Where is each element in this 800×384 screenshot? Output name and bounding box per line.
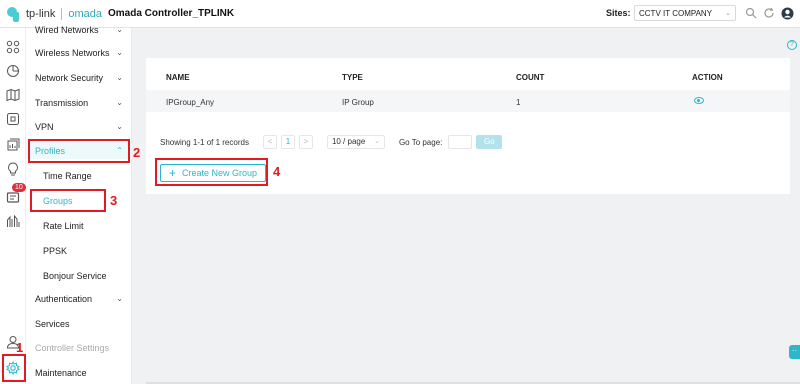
user-avatar-icon[interactable] (781, 7, 794, 20)
annotation-label-2: 2 (133, 145, 141, 160)
sidebar-item-label: Authentication (35, 294, 93, 304)
omada-logo-text: omada (68, 7, 102, 20)
chevron-down-icon: ⌄ (374, 138, 380, 145)
reports-icon[interactable] (6, 214, 20, 228)
sidebar-item-network-security[interactable]: Network Security ⌄ (26, 70, 132, 86)
sidebar-item-services[interactable]: Services (26, 316, 132, 332)
icon-rail: 10 (0, 28, 26, 384)
column-header-count[interactable]: COUNT (516, 73, 544, 82)
sidebar-item-transmission[interactable]: Transmission ⌄ (26, 95, 132, 111)
sidebar-item-label: Rate Limit (43, 221, 84, 231)
view-icon[interactable] (694, 97, 704, 104)
controller-title: Omada Controller_TPLINK (107, 8, 235, 19)
annotation-label-4: 4 (273, 164, 281, 179)
clients-icon[interactable] (6, 138, 20, 152)
annotation-box-2 (28, 139, 130, 163)
goto-page-input[interactable] (448, 135, 473, 149)
annotation-box-3 (30, 189, 106, 212)
column-header-type[interactable]: TYPE (342, 73, 363, 82)
column-header-name[interactable]: NAME (166, 73, 190, 82)
dashboard-icon[interactable] (6, 40, 20, 54)
table-row[interactable]: IPGroup_Any IP Group 1 (146, 90, 790, 112)
sidebar-item-label: Bonjour Service (43, 271, 107, 281)
goto-page-label: Go To page: (398, 137, 443, 147)
chevron-down-icon: ⌄ (725, 10, 731, 17)
sidebar-item-wired-networks[interactable]: Wired Networks ⌄ (26, 22, 132, 38)
annotation-box-4 (155, 158, 268, 186)
chevron-down-icon: ⌄ (116, 122, 123, 131)
brand-text: tp-link (26, 7, 56, 20)
help-icon[interactable]: ? (787, 40, 797, 50)
logo-divider (61, 7, 63, 20)
go-button[interactable]: Go (476, 135, 503, 149)
chevron-down-icon: ⌄ (116, 98, 123, 107)
records-summary: Showing 1-1 of 1 records (160, 137, 249, 147)
sidebar-item-label: Transmission (35, 98, 89, 108)
sidebar-item-label: Controller Settings (35, 343, 110, 353)
sidebar-item-label: Wireless Networks (35, 48, 110, 58)
sidebar-item-bonjour-service[interactable]: Bonjour Service (26, 268, 132, 284)
annotation-label-1: 1 (16, 340, 24, 355)
chevron-down-icon: ⌄ (116, 73, 123, 82)
sidebar-item-label: VPN (35, 122, 54, 132)
sidebar-item-maintenance[interactable]: Maintenance (26, 365, 132, 381)
site-selector[interactable]: CCTV IT COMPANY ⌄ (634, 5, 736, 21)
sidebar-item-time-range[interactable]: Time Range (26, 168, 132, 184)
page-1-button[interactable]: 1 (280, 135, 295, 149)
sidebar-item-label: Time Range (43, 171, 92, 181)
sites-label: Sites: (606, 8, 631, 18)
sidebar-item-authentication[interactable]: Authentication ⌄ (26, 291, 132, 307)
group-count-cell: 1 (516, 98, 521, 107)
sidebar-item-rate-limit[interactable]: Rate Limit (26, 218, 132, 234)
sidebar-item-ppsk[interactable]: PPSK (26, 243, 132, 259)
sidebar-item-label: Maintenance (35, 368, 87, 378)
tp-link-logo-icon (6, 6, 22, 22)
group-name-cell: IPGroup_Any (166, 98, 215, 107)
statistics-icon[interactable] (6, 64, 20, 78)
column-header-action: ACTION (692, 73, 723, 82)
annotation-label-3: 3 (110, 193, 118, 208)
prev-page-button[interactable]: < (262, 135, 277, 149)
sidebar-item-label: Wired Networks (35, 25, 99, 35)
chat-support-button[interactable]: ·· (789, 345, 800, 359)
chevron-down-icon: ⌄ (116, 25, 123, 34)
sidebar-item-vpn[interactable]: VPN ⌄ (26, 119, 132, 135)
page-size-value: 10 / page (331, 137, 366, 146)
log-icon[interactable] (6, 190, 20, 204)
sidebar-item-label: PPSK (43, 246, 68, 256)
next-page-button[interactable]: > (298, 135, 313, 149)
devices-icon[interactable] (6, 112, 20, 126)
tp-link-logo[interactable]: tp-link omada (6, 6, 102, 22)
sidebar-item-label: Network Security (35, 73, 104, 83)
chevron-down-icon: ⌄ (116, 294, 123, 303)
chevron-down-icon: ⌄ (116, 48, 123, 57)
annotation-box-1 (2, 354, 26, 382)
insight-icon[interactable] (6, 162, 20, 176)
table-header: NAME TYPE COUNT ACTION (146, 58, 790, 88)
map-icon[interactable] (6, 88, 20, 102)
site-selector-value: CCTV IT COMPANY (639, 9, 713, 18)
log-count-badge: 10 (12, 183, 26, 192)
refresh-icon[interactable] (763, 7, 775, 19)
group-type-cell: IP Group (342, 98, 374, 107)
sidebar-item-label: Services (35, 319, 70, 329)
pagination: Showing 1-1 of 1 records < 1 > 10 / page… (160, 134, 503, 150)
search-icon[interactable] (745, 7, 757, 19)
sidebar-item-wireless-networks[interactable]: Wireless Networks ⌄ (26, 45, 132, 61)
page-size-select[interactable]: 10 / page ⌄ (326, 135, 385, 149)
sidebar-item-controller-settings[interactable]: Controller Settings (26, 340, 132, 356)
